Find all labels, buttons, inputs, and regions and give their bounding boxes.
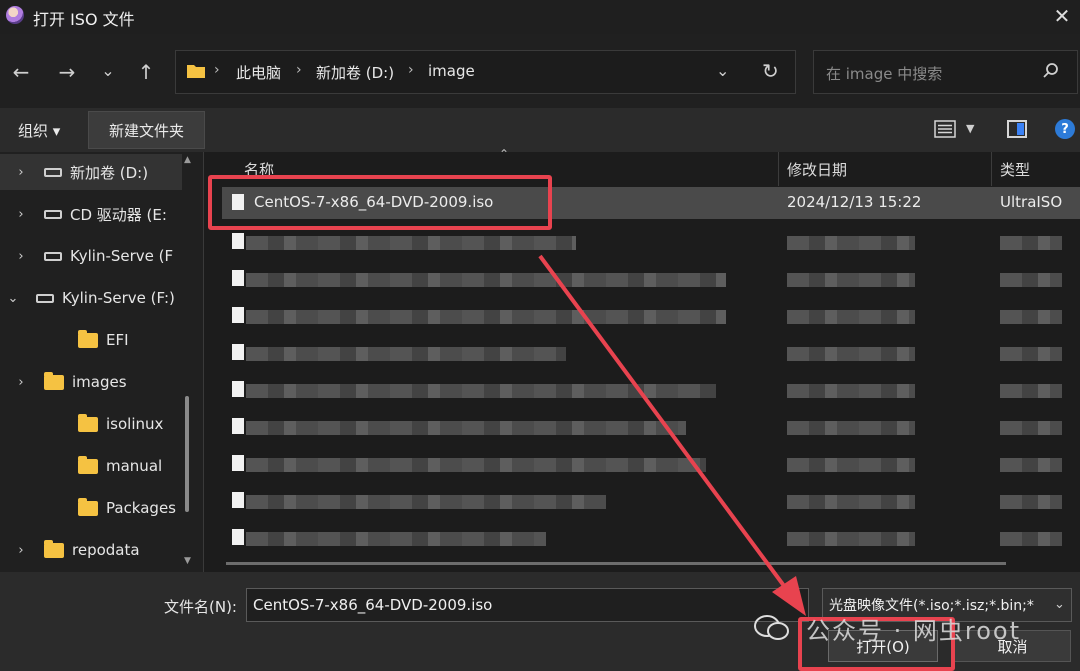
watermark-text: 公众号 · 网虫root bbox=[806, 617, 1022, 645]
annotation-arrow bbox=[538, 254, 806, 616]
wechat-icon bbox=[754, 615, 789, 640]
